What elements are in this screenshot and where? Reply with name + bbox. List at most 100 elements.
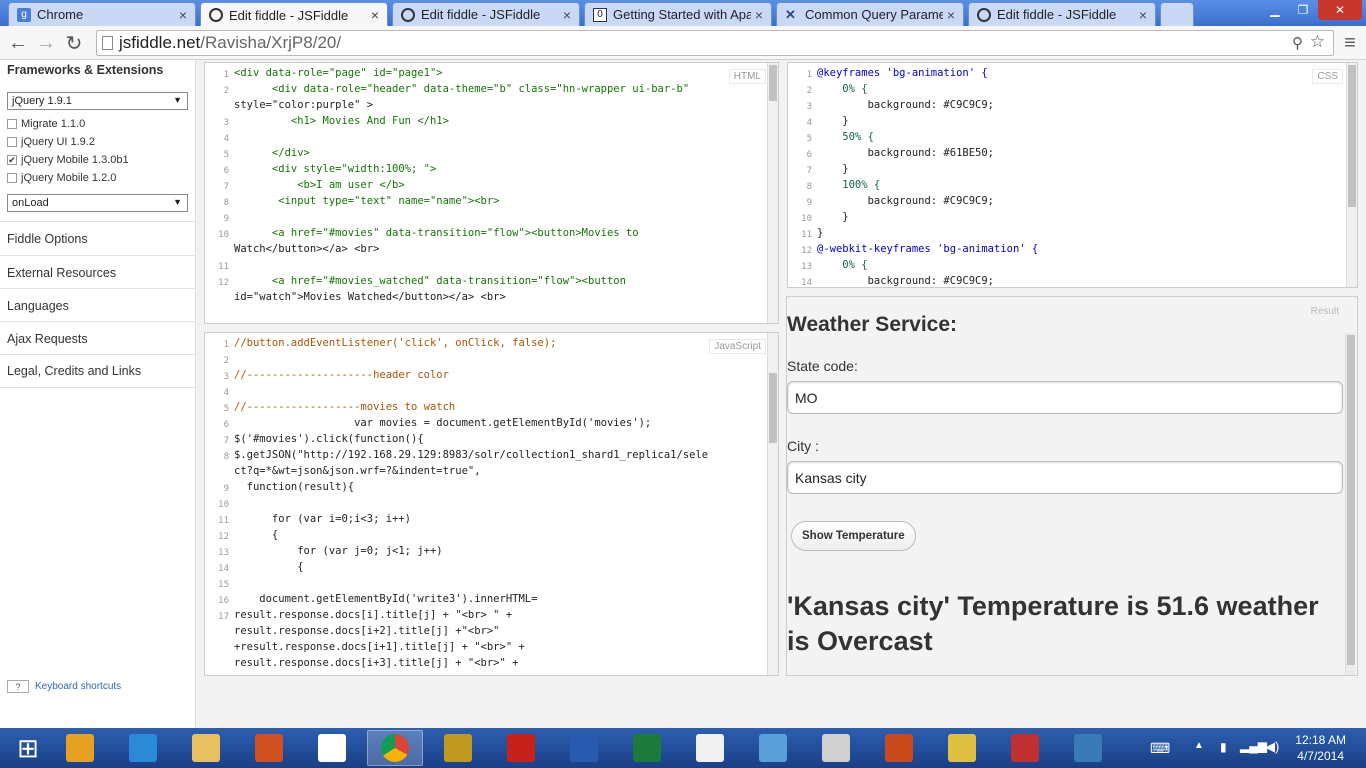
scrollbar[interactable] bbox=[1346, 63, 1357, 287]
scrollbar-thumb[interactable] bbox=[769, 373, 777, 443]
close-icon[interactable]: × bbox=[751, 7, 767, 23]
menu-icon[interactable]: ≡ bbox=[1338, 31, 1362, 55]
close-icon[interactable]: × bbox=[1135, 7, 1151, 23]
code-line[interactable]: <div data-role="header" data-theme="b" c… bbox=[234, 81, 689, 97]
pen-icon[interactable] bbox=[745, 730, 801, 766]
app-icon[interactable] bbox=[430, 730, 486, 766]
code-line[interactable]: result.response.docs[i+3].title[j] + "<b… bbox=[234, 655, 518, 671]
scrollbar[interactable] bbox=[1345, 333, 1355, 675]
code-line[interactable]: @-webkit-keyframes 'bg-animation' { bbox=[817, 241, 1038, 257]
extension-checkbox[interactable]: jQuery Mobile 1.2.0 bbox=[7, 172, 116, 184]
code-line[interactable]: } bbox=[817, 209, 848, 225]
word-icon[interactable] bbox=[556, 730, 612, 766]
code-line[interactable]: for (var j=0; j<1; j++) bbox=[234, 543, 442, 559]
code-line[interactable]: { bbox=[234, 559, 303, 575]
show-temperature-button[interactable]: Show Temperature bbox=[791, 521, 916, 551]
tab-common-query[interactable]: ✕ Common Query Paramete × bbox=[776, 2, 964, 26]
minimize-icon[interactable]: ▁ bbox=[1262, 0, 1288, 20]
code-line[interactable]: 0% { bbox=[817, 81, 867, 97]
tab-edit-fiddle-2[interactable]: Edit fiddle - JSFiddle × bbox=[392, 2, 580, 26]
photos-icon[interactable] bbox=[1060, 730, 1116, 766]
close-icon[interactable]: × bbox=[559, 7, 575, 23]
section-legal[interactable]: Legal, Credits and Links bbox=[0, 354, 195, 388]
tab-getting-started[interactable]: 0 Getting Started with Apac × bbox=[584, 2, 772, 26]
framework-select[interactable]: jQuery 1.9.1 ▼ bbox=[7, 92, 188, 110]
tab-edit-fiddle-active[interactable]: Edit fiddle - JSFiddle × bbox=[200, 2, 388, 27]
code-line[interactable]: result.response.docs[i+2].title[j] +"<br… bbox=[234, 623, 500, 639]
powerpoint-icon[interactable] bbox=[871, 730, 927, 766]
checkbox[interactable] bbox=[7, 137, 17, 147]
start-icon[interactable]: ⊞ bbox=[0, 730, 56, 766]
code-line[interactable]: <a href="#movies_watched" data-transitio… bbox=[234, 273, 626, 289]
code-line[interactable]: } bbox=[817, 113, 848, 129]
code-line[interactable]: for (var i=0;i<3; i++) bbox=[234, 511, 411, 527]
code-line[interactable]: style="color:purple" > bbox=[234, 97, 373, 113]
close-icon[interactable]: × bbox=[367, 7, 383, 23]
code-line[interactable]: function(result){ bbox=[234, 479, 354, 495]
code-line[interactable]: $.getJSON("http://192.168.29.129:8983/so… bbox=[234, 447, 708, 463]
scrollbar-thumb[interactable] bbox=[1348, 65, 1356, 207]
code-line[interactable]: var movies = document.getElementById('mo… bbox=[234, 415, 651, 431]
section-fiddle-options[interactable]: Fiddle Options bbox=[0, 221, 195, 255]
load-type-select[interactable]: onLoad ▼ bbox=[7, 194, 188, 212]
notepad-icon[interactable] bbox=[682, 730, 738, 766]
code-line[interactable]: background: #61BE50; bbox=[817, 145, 994, 161]
new-tab-button[interactable] bbox=[1160, 2, 1194, 26]
close-icon[interactable]: × bbox=[175, 7, 191, 23]
code-line[interactable]: background: #C9C9C9; bbox=[817, 97, 994, 113]
code-line[interactable]: <div data-role="page" id="page1"> bbox=[234, 65, 443, 81]
code-line[interactable]: +result.response.docs[i+1].title[j] + "<… bbox=[234, 639, 525, 655]
checkbox[interactable] bbox=[7, 119, 17, 129]
code-line[interactable]: { bbox=[234, 527, 278, 543]
address-bar[interactable]: jsfiddle.net/Ravisha/XrjP8/20/ ⚲ ☆ bbox=[96, 30, 1334, 56]
code-line[interactable]: //------------------movies to watch bbox=[234, 399, 455, 415]
scrollbar-thumb[interactable] bbox=[1347, 335, 1355, 665]
checkbox[interactable] bbox=[7, 173, 17, 183]
extension-checkbox[interactable]: ✔ jQuery Mobile 1.3.0b1 bbox=[7, 154, 129, 166]
amazon-icon[interactable] bbox=[304, 730, 360, 766]
checkbox-checked[interactable]: ✔ bbox=[7, 155, 17, 165]
code-line[interactable]: //button.addEventListener('click', onCli… bbox=[234, 335, 556, 351]
javascript-editor[interactable]: 1 //button.addEventListener('click', onCl… bbox=[204, 332, 779, 676]
signal-icon[interactable]: ▂▄▆ bbox=[1240, 739, 1267, 753]
reload-icon[interactable]: ↻ bbox=[62, 31, 86, 55]
battery-icon[interactable]: ▮ bbox=[1220, 740, 1227, 754]
tab-chrome[interactable]: g Chrome × bbox=[8, 2, 196, 26]
code-line[interactable]: id="watch">Movies Watched</button></a> <… bbox=[234, 289, 506, 305]
back-arrow-icon[interactable]: ← bbox=[6, 31, 30, 55]
window-close-icon[interactable]: ✕ bbox=[1318, 0, 1362, 20]
chrome-icon[interactable] bbox=[367, 730, 423, 766]
calc-icon[interactable] bbox=[808, 730, 864, 766]
scrollbar[interactable] bbox=[767, 63, 778, 323]
keyboard-shortcuts-link[interactable]: ? Keyboard shortcuts bbox=[7, 680, 121, 693]
keyboard-icon[interactable]: ⌨ bbox=[1150, 740, 1170, 757]
extension-checkbox[interactable]: Migrate 1.1.0 bbox=[7, 118, 85, 130]
code-line[interactable]: </div> bbox=[234, 145, 310, 161]
app2-icon[interactable] bbox=[997, 730, 1053, 766]
ie-icon[interactable] bbox=[115, 730, 171, 766]
scrollbar[interactable] bbox=[767, 333, 778, 675]
clock[interactable]: 12:18 AM 4/7/2014 bbox=[1295, 732, 1346, 764]
code-line[interactable]: <div style="width:100%; "> bbox=[234, 161, 436, 177]
code-line[interactable]: } bbox=[817, 225, 823, 241]
code-line[interactable]: <b>I am user </b> bbox=[234, 177, 404, 193]
extension-checkbox[interactable]: jQuery UI 1.9.2 bbox=[7, 136, 95, 148]
html-editor[interactable]: 1 <div data-role="page" id="page1"> 2 <div… bbox=[204, 62, 779, 324]
paint-icon[interactable] bbox=[241, 730, 297, 766]
section-ajax-requests[interactable]: Ajax Requests bbox=[0, 321, 195, 355]
code-line[interactable]: 0% { bbox=[817, 257, 867, 273]
search-icon[interactable]: ⚲ bbox=[1292, 34, 1303, 52]
code-line[interactable]: result.response.docs[i].title[j] + "<br>… bbox=[234, 607, 512, 623]
code-line[interactable]: ct?q=*&wt=json&json.wrf=?&indent=true", bbox=[234, 463, 481, 479]
state-code-input[interactable]: MO bbox=[787, 381, 1343, 414]
paint-brush-icon[interactable] bbox=[934, 730, 990, 766]
code-line[interactable]: //--------------------header color bbox=[234, 367, 449, 383]
code-line[interactable]: 100% { bbox=[817, 177, 880, 193]
code-line[interactable]: @keyframes 'bg-animation' { bbox=[817, 65, 988, 81]
section-external-resources[interactable]: External Resources bbox=[0, 255, 195, 289]
restore-icon[interactable]: ❐ bbox=[1290, 0, 1316, 20]
forward-arrow-icon[interactable]: → bbox=[34, 31, 58, 55]
tab-edit-fiddle-3[interactable]: Edit fiddle - JSFiddle × bbox=[968, 2, 1156, 26]
code-line[interactable]: background: #C9C9C9; bbox=[817, 273, 994, 287]
volume-icon[interactable]: ◀) bbox=[1265, 739, 1279, 755]
